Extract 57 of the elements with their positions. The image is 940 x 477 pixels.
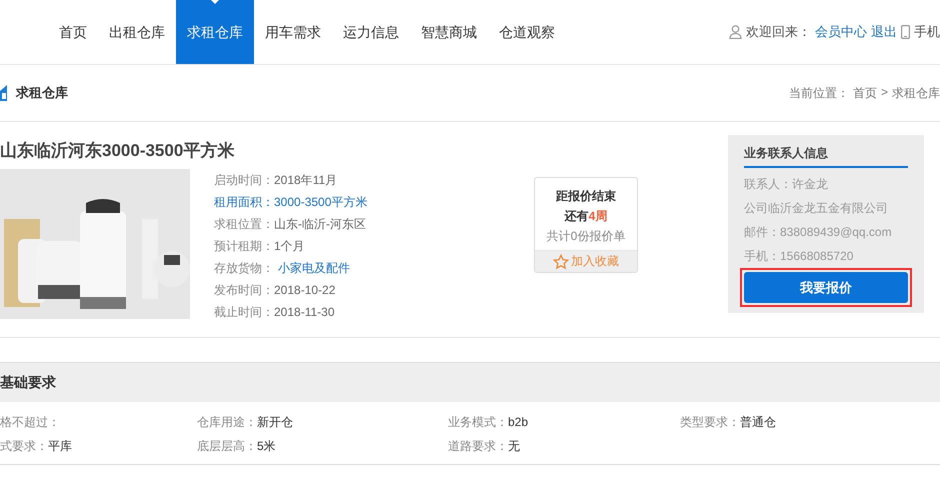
field-label: 租用面积： xyxy=(214,195,274,209)
quote-count: 共计0份报价单 xyxy=(546,228,626,245)
requirement-value: 5米 xyxy=(257,439,276,453)
requirement-label: 式要求： xyxy=(0,439,48,453)
listing-title: 山东临沂河东3000-3500平方米 xyxy=(0,140,236,162)
nav-tab[interactable]: 求租仓库 xyxy=(176,0,254,64)
mobile-link[interactable]: 手机 xyxy=(914,23,940,41)
contact-line: 联系人：许金龙 xyxy=(744,176,829,193)
nav-tab[interactable]: 出租仓库 xyxy=(98,0,176,64)
requirement-label: 仓库用途： xyxy=(197,415,257,429)
requirement-label: 业务模式： xyxy=(448,415,508,429)
requirements-title: 基础要求 xyxy=(0,374,56,392)
field-value: 2018年11月 xyxy=(274,173,338,187)
location-label: 当前位置： xyxy=(788,84,849,102)
field-label: 截止时间： xyxy=(214,305,274,319)
requirement-value: 普通仓 xyxy=(740,415,776,429)
contact-line: 邮件：838089439@qq.com xyxy=(744,224,893,241)
requirement-label: 底层层高： xyxy=(197,439,257,453)
nav-tab[interactable]: 仓道观察 xyxy=(488,0,566,64)
field-link[interactable]: 小家电及配件 xyxy=(278,261,350,275)
breadcrumb-link[interactable]: 首页 xyxy=(852,84,877,102)
field-value: 2018-10-22 xyxy=(274,283,336,297)
requirement-label: 格不超过： xyxy=(0,415,60,429)
field-label: 存放货物： xyxy=(214,261,274,275)
quote-button[interactable]: 我要报价 xyxy=(744,272,908,303)
requirement-value: 无 xyxy=(508,439,520,453)
user-icon xyxy=(729,25,742,39)
nav-tab[interactable]: 首页 xyxy=(48,0,98,64)
requirement-value: 平库 xyxy=(48,439,72,453)
field-label: 求租位置： xyxy=(214,217,274,231)
contact-line: 公司临沂金龙五金有限公司 xyxy=(744,200,889,217)
field-link[interactable]: 3000-3500平方米 xyxy=(274,195,368,209)
field-value: 1个月 xyxy=(274,239,305,253)
requirement-label: 类型要求： xyxy=(680,415,740,429)
field-label: 启动时间： xyxy=(214,173,274,187)
requirement-value: b2b xyxy=(508,415,528,429)
logout-link[interactable]: 退出 xyxy=(871,23,897,41)
countdown-heading: 距报价结束 xyxy=(556,188,616,205)
field-value: 山东-临沂-河东区 xyxy=(274,217,366,231)
member-center-link[interactable]: 会员中心 xyxy=(815,23,867,41)
field-label: 预计租期： xyxy=(214,239,274,253)
welcome-text: 欢迎回来： xyxy=(746,23,811,41)
section-title: 求租仓库 xyxy=(16,84,68,102)
phone-icon xyxy=(901,25,910,39)
requirement-value: 新开仓 xyxy=(257,415,293,429)
nav-tab[interactable]: 运力信息 xyxy=(332,0,410,64)
requirement-label: 道路要求： xyxy=(448,439,508,453)
breadcrumb-separator: > xyxy=(880,84,888,100)
star-icon xyxy=(553,254,569,270)
remaining-time: 还有4周 xyxy=(564,208,608,225)
contact-line: 手机：15668085720 xyxy=(744,248,854,265)
nav-tab[interactable]: 智慧商城 xyxy=(410,0,488,64)
nav-tab[interactable]: 用车需求 xyxy=(254,0,332,64)
field-value: 2018-11-30 xyxy=(274,305,334,319)
field-label: 发布时间： xyxy=(214,283,274,297)
breadcrumb-link[interactable]: 求租仓库 xyxy=(892,84,940,102)
contact-title: 业务联系人信息 xyxy=(744,145,908,168)
